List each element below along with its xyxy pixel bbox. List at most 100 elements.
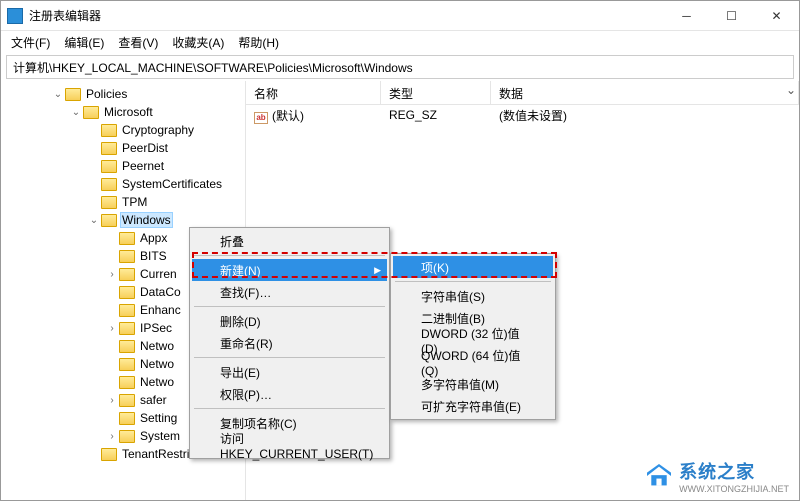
ctx-export[interactable]: 导出(E) <box>192 361 387 383</box>
menu-help[interactable]: 帮助(H) <box>232 32 285 53</box>
submenu-arrow-icon: ▶ <box>374 265 381 276</box>
menu-file[interactable]: 文件(F) <box>5 32 56 53</box>
window-title: 注册表编辑器 <box>29 7 664 24</box>
tree-item-label: IPSec <box>138 321 174 335</box>
tree-item-label: Cryptography <box>120 123 196 137</box>
address-bar[interactable]: 计算机\HKEY_LOCAL_MACHINE\SOFTWARE\Policies… <box>6 55 794 79</box>
tree-item-label: Setting <box>138 411 179 425</box>
folder-icon <box>101 178 117 191</box>
menu-view[interactable]: 查看(V) <box>112 32 164 53</box>
ctx-new-expandstring[interactable]: 可扩充字符串值(E) <box>393 395 553 417</box>
tree-item-label: PeerDist <box>120 141 170 155</box>
cell-name: ab(默认) <box>246 105 381 126</box>
folder-icon <box>101 124 117 137</box>
folder-icon <box>119 286 135 299</box>
col-header-type[interactable]: 类型 <box>381 81 491 104</box>
tree-item-label: DataCo <box>138 285 183 299</box>
col-header-data[interactable]: 数据 <box>491 81 799 104</box>
tree-item[interactable]: SystemCertificates <box>1 175 245 193</box>
ctx-collapse[interactable]: 折叠 <box>192 230 387 252</box>
tree-item[interactable]: TPM <box>1 193 245 211</box>
close-button[interactable]: ✕ <box>754 1 799 30</box>
watermark-url: WWW.XITONGZHIJIA.NET <box>679 484 789 494</box>
list-row[interactable]: ab(默认) REG_SZ (数值未设置) <box>246 105 799 125</box>
tree-expand-icon[interactable]: › <box>105 395 119 406</box>
menu-edit[interactable]: 编辑(E) <box>58 32 110 53</box>
tree-item-label: SystemCertificates <box>120 177 224 191</box>
cell-data: (数值未设置) <box>491 105 799 126</box>
folder-icon <box>65 88 81 101</box>
tree-expand-icon[interactable]: › <box>105 323 119 334</box>
tree-item-label: Netwo <box>138 375 176 389</box>
folder-icon <box>119 430 135 443</box>
folder-icon <box>101 160 117 173</box>
ctx-goto-hkcu[interactable]: 访问 HKEY_CURRENT_USER(T) <box>192 434 387 456</box>
context-menu: 折叠 新建(N)▶ 查找(F)… 删除(D) 重命名(R) 导出(E) 权限(P… <box>189 227 390 459</box>
tree-item-label: Netwo <box>138 357 176 371</box>
tree-item-label: Enhanc <box>138 303 183 317</box>
context-submenu-new: 项(K) 字符串值(S) 二进制值(B) DWORD (32 位)值(D) QW… <box>390 253 556 420</box>
app-icon <box>7 8 23 24</box>
tree-expand-icon[interactable]: ⌄ <box>87 215 101 226</box>
tree-item[interactable]: Peernet <box>1 157 245 175</box>
menu-bar: 文件(F) 编辑(E) 查看(V) 收藏夹(A) 帮助(H) <box>1 31 799 53</box>
folder-icon <box>119 394 135 407</box>
tree-expand-icon[interactable]: ⌄ <box>69 107 83 118</box>
ctx-permissions[interactable]: 权限(P)… <box>192 383 387 405</box>
ctx-new-string[interactable]: 字符串值(S) <box>393 285 553 307</box>
tree-item[interactable]: ⌄ Policies <box>1 85 245 103</box>
ctx-new-key[interactable]: 项(K) <box>393 256 553 278</box>
tree-expand-icon[interactable]: ⌄ <box>51 89 65 100</box>
ctx-separator <box>194 255 385 256</box>
col-header-name[interactable]: 名称 <box>246 81 381 104</box>
tree-item-label: Microsoft <box>102 105 155 119</box>
folder-icon <box>119 322 135 335</box>
tree-item-label: TPM <box>120 195 149 209</box>
folder-icon <box>119 358 135 371</box>
folder-icon <box>101 448 117 461</box>
ctx-rename[interactable]: 重命名(R) <box>192 332 387 354</box>
tree-item-label: Windows <box>120 212 173 228</box>
tree-item[interactable]: ⌄ Microsoft <box>1 103 245 121</box>
tree-item[interactable]: PeerDist <box>1 139 245 157</box>
folder-icon <box>119 268 135 281</box>
tree-expand-icon[interactable]: › <box>105 431 119 442</box>
ctx-delete[interactable]: 删除(D) <box>192 310 387 332</box>
ctx-separator <box>395 281 551 282</box>
maximize-button[interactable]: ☐ <box>709 1 754 30</box>
folder-icon <box>101 196 117 209</box>
list-header: 名称 类型 数据 <box>246 81 799 105</box>
folder-icon <box>101 142 117 155</box>
tree-item[interactable]: Cryptography <box>1 121 245 139</box>
house-icon <box>645 464 673 488</box>
tree-item-label: Policies <box>84 87 129 101</box>
menu-favorites[interactable]: 收藏夹(A) <box>166 32 230 53</box>
minimize-button[interactable]: ─ <box>664 1 709 30</box>
folder-icon <box>119 340 135 353</box>
watermark: 系统之家 WWW.XITONGZHIJIA.NET <box>645 458 789 494</box>
ctx-separator <box>194 357 385 358</box>
tree-item-label: System <box>138 429 182 443</box>
tree-item-label: Peernet <box>120 159 166 173</box>
ctx-new[interactable]: 新建(N)▶ <box>192 259 387 281</box>
watermark-name: 系统之家 <box>679 462 755 482</box>
folder-icon <box>119 376 135 389</box>
ctx-find[interactable]: 查找(F)… <box>192 281 387 303</box>
folder-icon <box>101 214 117 227</box>
tree-expand-icon[interactable]: › <box>105 269 119 280</box>
chevron-down-icon[interactable]: ⌄ <box>786 83 796 97</box>
folder-icon <box>119 304 135 317</box>
string-value-icon: ab <box>254 112 268 124</box>
address-text: 计算机\HKEY_LOCAL_MACHINE\SOFTWARE\Policies… <box>13 59 413 76</box>
title-bar: 注册表编辑器 ─ ☐ ✕ <box>1 1 799 31</box>
folder-icon <box>83 106 99 119</box>
cell-type: REG_SZ <box>381 106 491 124</box>
folder-icon <box>119 232 135 245</box>
tree-item-label: Appx <box>138 231 169 245</box>
ctx-new-multistring[interactable]: 多字符串值(M) <box>393 373 553 395</box>
tree-item-label: Curren <box>138 267 179 281</box>
tree-item-label: BITS <box>138 249 169 263</box>
tree-item-label: safer <box>138 393 169 407</box>
folder-icon <box>119 250 135 263</box>
ctx-new-qword[interactable]: QWORD (64 位)值(Q) <box>393 351 553 373</box>
